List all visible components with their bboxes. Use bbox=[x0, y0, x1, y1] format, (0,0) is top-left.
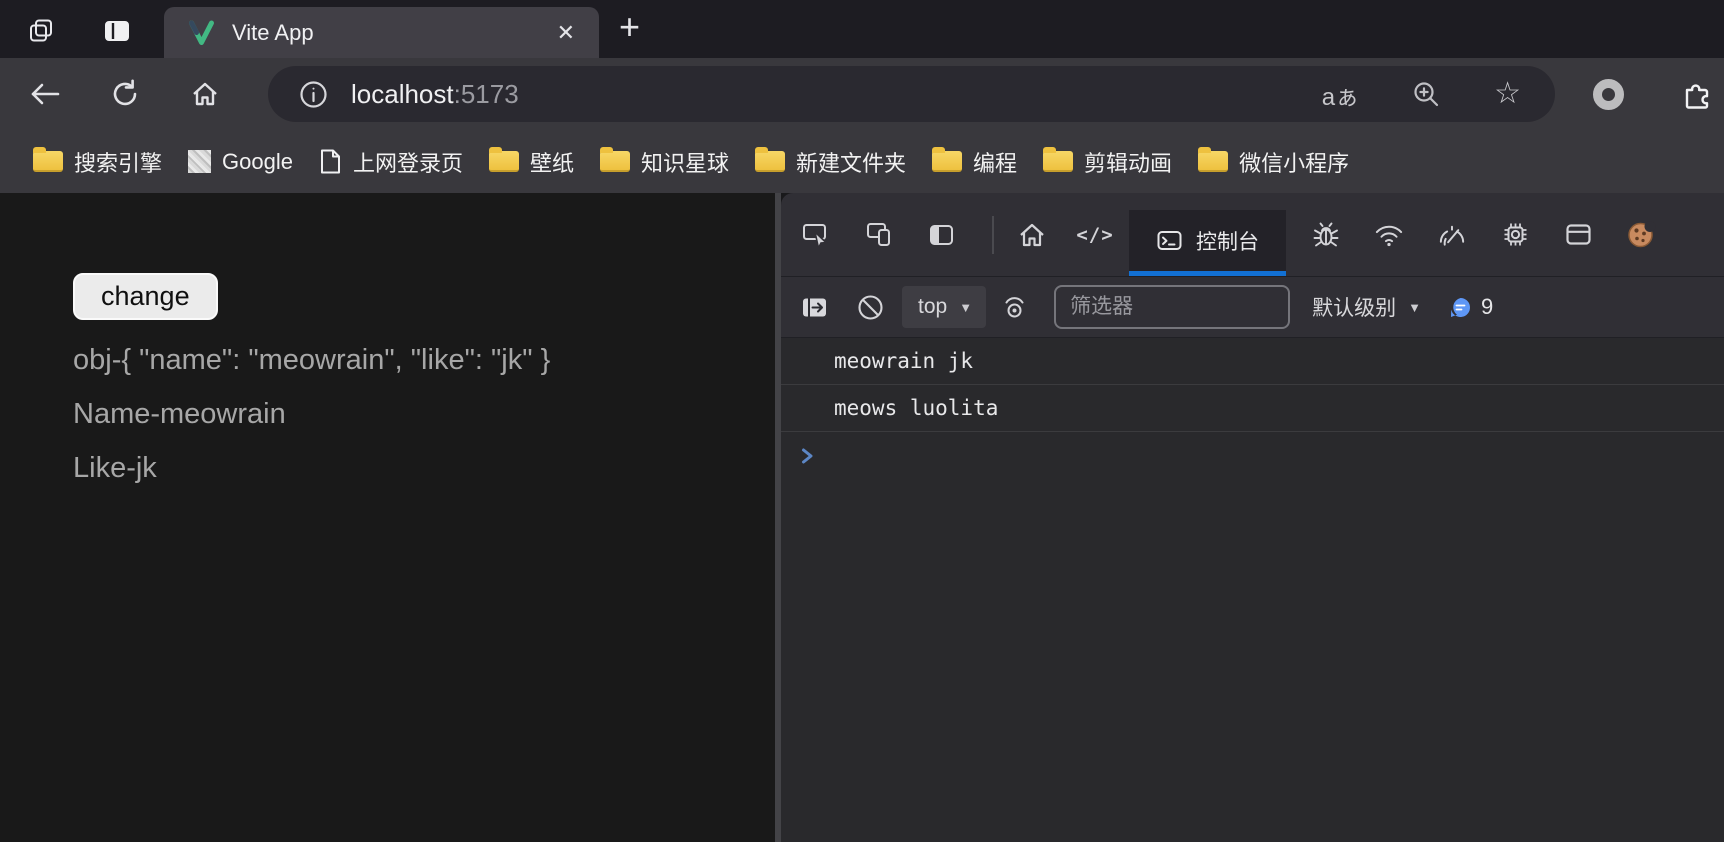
bookmark-folder-programming[interactable]: 编程 bbox=[919, 140, 1030, 184]
browser-window: Vite App ✕ + bbox=[0, 0, 1724, 842]
chevron-down-icon: ▼ bbox=[959, 300, 972, 315]
bookmark-label: 微信小程序 bbox=[1239, 146, 1349, 178]
google-favicon bbox=[188, 150, 211, 173]
storage-drawer-icon[interactable] bbox=[1562, 219, 1594, 251]
url-port: :5173 bbox=[454, 79, 519, 109]
console-sidebar-icon[interactable] bbox=[798, 291, 830, 323]
site-info-icon[interactable] bbox=[298, 79, 329, 110]
prompt-chevron-icon bbox=[800, 447, 815, 465]
context-selector-dropdown[interactable]: top ▼ bbox=[902, 286, 986, 328]
console-output: meowrain jk meows luolita bbox=[781, 338, 1724, 842]
console-message[interactable]: meowrain jk bbox=[781, 338, 1724, 385]
zoom-in-icon[interactable] bbox=[1411, 79, 1442, 110]
network-wifi-icon[interactable] bbox=[1373, 219, 1405, 251]
bookmark-label: 搜索引擎 bbox=[74, 146, 162, 178]
bookmark-label: 上网登录页 bbox=[353, 146, 463, 178]
folder-icon bbox=[1198, 151, 1228, 172]
console-tab[interactable]: 控制台 bbox=[1129, 210, 1286, 276]
change-button[interactable]: change bbox=[73, 273, 218, 320]
context-selector-value: top bbox=[918, 295, 947, 319]
console-message[interactable]: meows luolita bbox=[781, 385, 1724, 432]
bookmark-star-icon[interactable]: ☆ bbox=[1494, 79, 1521, 109]
bookmark-label: 编程 bbox=[973, 146, 1017, 178]
navigation-bar: localhost:5173 aぁ ☆ bbox=[0, 58, 1724, 130]
extension-ring-icon[interactable] bbox=[1593, 79, 1624, 110]
bookmark-label: 剪辑动画 bbox=[1084, 146, 1172, 178]
url-text: localhost:5173 bbox=[351, 79, 519, 110]
content-area: change obj-{ "name": "meowrain", "like":… bbox=[0, 193, 1724, 842]
cookie-extension-icon[interactable] bbox=[1625, 219, 1657, 251]
bookmark-folder-new-folder[interactable]: 新建文件夹 bbox=[742, 140, 919, 184]
bookmark-folder-search-engines[interactable]: 搜索引擎 bbox=[20, 140, 175, 184]
browser-tab-vite-app[interactable]: Vite App ✕ bbox=[164, 7, 599, 58]
message-bubble-icon bbox=[1449, 296, 1472, 319]
bookmark-label: 知识星球 bbox=[641, 146, 729, 178]
console-panel-icon bbox=[1156, 229, 1183, 252]
bookmark-folder-video-editing[interactable]: 剪辑动画 bbox=[1030, 140, 1185, 184]
tab-groups-icon[interactable] bbox=[24, 4, 58, 58]
folder-icon bbox=[932, 151, 962, 172]
vite-logo-icon bbox=[188, 19, 215, 46]
bookmark-folder-wechat-miniprogram[interactable]: 微信小程序 bbox=[1185, 140, 1362, 184]
inspect-element-icon[interactable] bbox=[799, 219, 831, 251]
elements-tab-icon[interactable]: </> bbox=[1079, 219, 1111, 251]
bookmark-label: 壁纸 bbox=[530, 146, 574, 178]
bookmark-folder-zhishixingqiu[interactable]: 知识星球 bbox=[587, 140, 742, 184]
message-count-badge[interactable]: 9 bbox=[1449, 294, 1493, 320]
bookmark-label: 新建文件夹 bbox=[796, 146, 906, 178]
tab-title: Vite App bbox=[232, 20, 549, 46]
folder-icon bbox=[1043, 151, 1073, 172]
debugger-bug-icon[interactable] bbox=[1310, 219, 1342, 251]
bookmark-label: Google bbox=[222, 149, 293, 175]
document-icon bbox=[319, 148, 342, 175]
like-text: Like-jk bbox=[73, 441, 775, 495]
message-count-number: 9 bbox=[1481, 294, 1493, 320]
log-level-value: 默认级别 bbox=[1312, 292, 1396, 322]
reload-icon[interactable] bbox=[108, 77, 142, 111]
folder-icon bbox=[33, 151, 63, 172]
sidebar-panel-icon[interactable] bbox=[925, 219, 957, 251]
responsive-design-icon[interactable] bbox=[862, 219, 894, 251]
console-toolbar: top ▼ 默认级别 ▼ bbox=[781, 277, 1724, 338]
object-text: obj-{ "name": "meowrain", "like": "jk" } bbox=[73, 333, 621, 387]
tab-close-icon[interactable]: ✕ bbox=[549, 18, 583, 48]
translate-icon[interactable]: aぁ bbox=[1322, 77, 1359, 112]
live-expression-eye-icon[interactable] bbox=[998, 291, 1030, 323]
name-text: Name-meowrain bbox=[73, 387, 775, 441]
log-level-dropdown[interactable]: 默认级别 ▼ bbox=[1312, 292, 1421, 322]
extensions-puzzle-icon[interactable] bbox=[1682, 79, 1713, 110]
url-host: localhost bbox=[351, 79, 454, 109]
bookmark-google[interactable]: Google bbox=[175, 143, 306, 181]
memory-chip-icon[interactable] bbox=[1499, 219, 1531, 251]
performance-gauge-icon[interactable] bbox=[1436, 219, 1468, 251]
toolbar-separator bbox=[992, 216, 994, 254]
home-icon[interactable] bbox=[188, 77, 222, 111]
folder-icon bbox=[755, 151, 785, 172]
back-icon[interactable] bbox=[28, 77, 62, 111]
console-tab-label: 控制台 bbox=[1196, 226, 1259, 256]
devtools-panel: </> 控制台 bbox=[781, 193, 1724, 842]
folder-icon bbox=[489, 151, 519, 172]
sidebar-toggle-icon[interactable] bbox=[100, 4, 134, 58]
url-bar[interactable]: localhost:5173 aぁ ☆ bbox=[268, 66, 1555, 122]
bookmark-folder-wallpapers[interactable]: 壁纸 bbox=[476, 140, 587, 184]
bookmarks-bar: 搜索引擎 Google 上网登录页 壁纸 知识星球 新建文件夹 bbox=[0, 130, 1724, 193]
welcome-home-tab-icon[interactable] bbox=[1016, 219, 1048, 251]
console-input-row[interactable] bbox=[781, 432, 1724, 479]
devtools-toolbar: </> 控制台 bbox=[781, 193, 1724, 277]
chevron-down-icon: ▼ bbox=[1408, 300, 1421, 315]
tab-bar: Vite App ✕ + bbox=[0, 0, 1724, 58]
folder-icon bbox=[600, 151, 630, 172]
clear-console-icon[interactable] bbox=[854, 291, 886, 323]
web-page: change obj-{ "name": "meowrain", "like":… bbox=[0, 193, 775, 842]
console-filter-input[interactable] bbox=[1054, 285, 1290, 329]
new-tab-button[interactable]: + bbox=[619, 9, 640, 49]
bookmark-login-page[interactable]: 上网登录页 bbox=[306, 140, 476, 184]
